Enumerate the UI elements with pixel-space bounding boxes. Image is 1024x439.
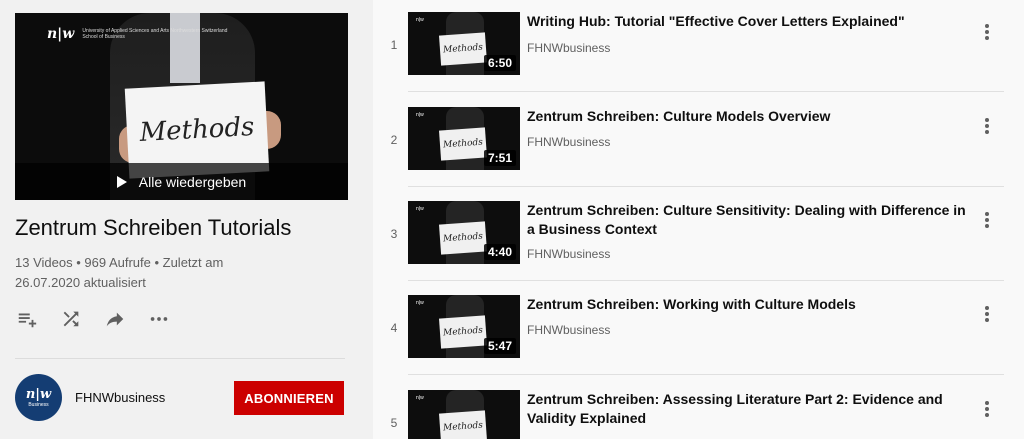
video-thumbnail[interactable]: Methods n|w 4:40 <box>408 201 520 264</box>
share-icon[interactable] <box>103 307 127 331</box>
channel-avatar[interactable]: n|w Business <box>15 374 62 421</box>
video-channel[interactable]: FHNWbusiness <box>527 41 610 55</box>
divider <box>408 91 1004 92</box>
more-horizontal-icon[interactable] <box>147 307 171 331</box>
video-list-item[interactable]: 2 Methods n|w 7:51 Zentrum Schreiben: Cu… <box>373 95 1024 189</box>
video-list-item[interactable]: 5 Methods n|w Zentrum Schreiben: Assessi… <box>373 378 1024 439</box>
video-title[interactable]: Zentrum Schreiben: Culture Sensitivity: … <box>527 201 967 239</box>
video-channel[interactable]: FHNWbusiness <box>527 247 610 261</box>
play-icon <box>116 175 127 188</box>
play-all-label: Alle wiedergeben <box>138 173 247 190</box>
video-duration: 4:40 <box>483 244 516 260</box>
video-thumbnail[interactable]: Methods n|w 7:51 <box>408 107 520 170</box>
video-index: 4 <box>390 321 398 335</box>
divider <box>408 186 1004 187</box>
playlist-title[interactable]: Zentrum Schreiben Tutorials <box>15 215 291 241</box>
video-index: 1 <box>390 38 398 52</box>
divider <box>408 374 1004 375</box>
fhnw-logo: n|w University of Applied Sciences and A… <box>47 26 228 42</box>
video-thumbnail[interactable]: Methods n|w 6:50 <box>408 12 520 75</box>
more-vertical-icon[interactable] <box>977 114 997 138</box>
video-thumbnail[interactable]: Methods n|w <box>408 390 520 439</box>
video-index: 3 <box>390 227 398 241</box>
video-title[interactable]: Zentrum Schreiben: Working with Culture … <box>527 295 967 314</box>
video-duration: 5:47 <box>483 338 516 354</box>
shuffle-icon[interactable] <box>59 307 83 331</box>
playlist-sidebar: Methods n|w University of Applied Scienc… <box>0 0 373 439</box>
play-all-button[interactable]: Alle wiedergeben <box>15 163 348 200</box>
more-vertical-icon[interactable] <box>977 20 997 44</box>
video-list-item[interactable]: 4 Methods n|w 5:47 Zentrum Schreiben: Wo… <box>373 283 1024 377</box>
video-thumbnail[interactable]: Methods n|w 5:47 <box>408 295 520 358</box>
video-duration: 6:50 <box>483 55 516 71</box>
playlist-video-list: 1 Methods n|w 6:50 Writing Hub: Tutorial… <box>373 0 1024 439</box>
more-vertical-icon[interactable] <box>977 208 997 232</box>
playlist-meta: 13 Videos • 969 Aufrufe • Zuletzt am 26.… <box>15 255 224 290</box>
playlist-thumbnail[interactable]: Methods n|w University of Applied Scienc… <box>15 13 348 200</box>
video-title[interactable]: Zentrum Schreiben: Culture Models Overvi… <box>527 107 967 126</box>
video-title[interactable]: Writing Hub: Tutorial "Effective Cover L… <box>527 12 967 31</box>
add-to-queue-icon[interactable] <box>15 307 39 331</box>
video-title[interactable]: Zentrum Schreiben: Assessing Literature … <box>527 390 967 428</box>
video-index: 2 <box>390 133 398 147</box>
video-duration: 7:51 <box>483 150 516 166</box>
subscribe-button[interactable]: ABONNIEREN <box>234 381 344 415</box>
video-index: 5 <box>390 416 398 430</box>
divider <box>408 280 1004 281</box>
more-vertical-icon[interactable] <box>977 397 997 421</box>
video-list-item[interactable]: 3 Methods n|w 4:40 Zentrum Schreiben: Cu… <box>373 189 1024 283</box>
playlist-actions <box>15 307 171 331</box>
channel-name[interactable]: FHNWbusiness <box>75 390 165 405</box>
video-list-item[interactable]: 1 Methods n|w 6:50 Writing Hub: Tutorial… <box>373 0 1024 94</box>
video-channel[interactable]: FHNWbusiness <box>527 323 610 337</box>
video-channel[interactable]: FHNWbusiness <box>527 135 610 149</box>
more-vertical-icon[interactable] <box>977 302 997 326</box>
divider <box>15 358 345 359</box>
